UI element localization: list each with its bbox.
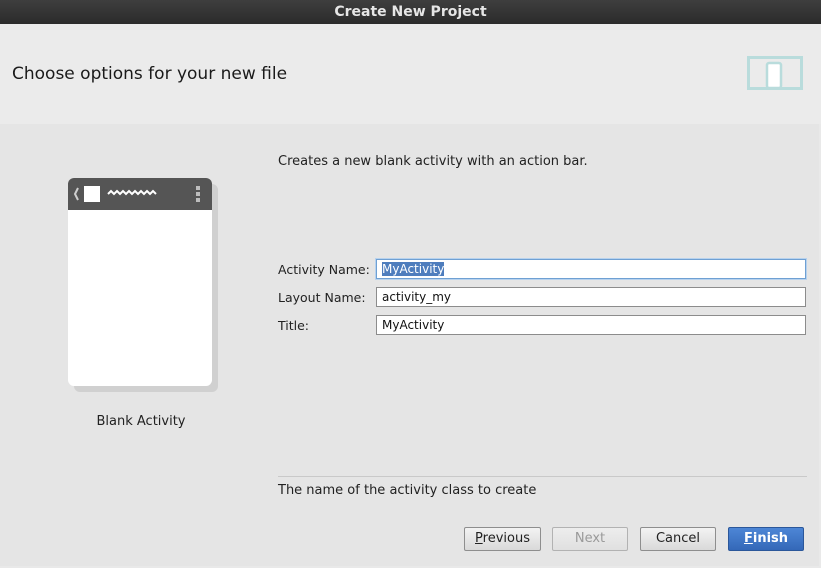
template-description: Creates a new blank activity with an act…	[278, 154, 588, 169]
finish-button[interactable]: Finish	[728, 527, 804, 551]
template-name: Blank Activity	[96, 414, 186, 429]
window-title: Create New Project	[334, 4, 487, 20]
activity-name-field[interactable]: MyActivity	[376, 259, 806, 279]
layout-name-value: activity_my	[382, 290, 452, 304]
dialog-header: Choose options for your new file	[0, 24, 821, 124]
separator	[278, 476, 807, 477]
activity-name-value: MyActivity	[382, 262, 445, 276]
device-icon	[747, 56, 803, 90]
layout-name-field[interactable]: activity_my	[376, 287, 806, 307]
previous-button[interactable]: Previous	[464, 527, 541, 551]
window-titlebar: Create New Project	[0, 0, 821, 24]
title-field[interactable]: MyActivity	[376, 315, 806, 335]
activity-name-label: Activity Name:	[278, 262, 370, 277]
page-title: Choose options for your new file	[12, 64, 288, 84]
title-label: Title:	[278, 318, 309, 333]
template-preview[interactable]	[68, 178, 212, 386]
title-value: MyActivity	[382, 318, 445, 332]
field-hint: The name of the activity class to create	[278, 483, 537, 498]
overflow-menu-icon	[196, 186, 200, 202]
action-bar	[68, 178, 212, 210]
back-chevron-icon	[73, 187, 79, 201]
next-button[interactable]: Next	[552, 527, 628, 551]
layout-name-label: Layout Name:	[278, 290, 366, 305]
title-placeholder-icon	[107, 189, 157, 196]
cancel-button[interactable]: Cancel	[640, 527, 716, 551]
app-icon	[84, 186, 100, 202]
action-bar-icons	[73, 186, 200, 202]
